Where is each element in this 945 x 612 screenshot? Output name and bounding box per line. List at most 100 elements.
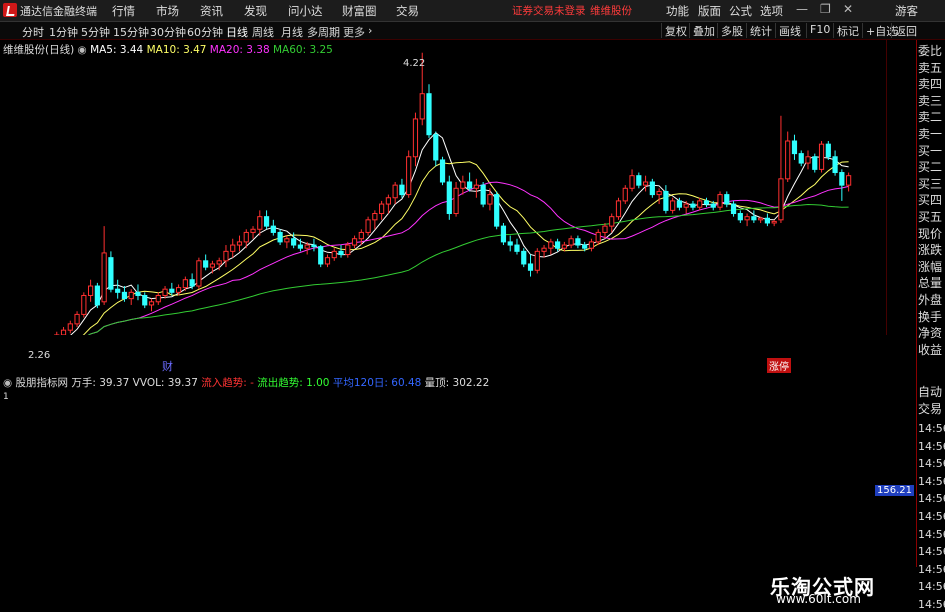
candle-body bbox=[806, 157, 810, 163]
trade-time-8: 14:56 bbox=[918, 562, 945, 577]
quote-label-7: 买二 bbox=[918, 160, 945, 175]
limit-up-marker[interactable]: 涨停 bbox=[767, 358, 791, 373]
candle-body bbox=[231, 245, 235, 251]
candle-body bbox=[501, 226, 505, 242]
candle-body bbox=[109, 258, 113, 290]
trade-time-2: 14:56 bbox=[918, 456, 945, 471]
candle-body bbox=[149, 302, 153, 305]
candle-body bbox=[400, 185, 404, 194]
trade-time-0: 14:56 bbox=[918, 421, 945, 436]
candle-body bbox=[264, 217, 268, 226]
guest-label[interactable]: 游客 bbox=[895, 3, 918, 19]
candle-body bbox=[833, 157, 837, 173]
candle-body bbox=[745, 217, 749, 220]
candle-body bbox=[610, 217, 614, 226]
quote-label-0: 委比 bbox=[918, 44, 945, 59]
candle-body bbox=[840, 173, 844, 186]
candle-body bbox=[792, 141, 796, 154]
candle-body bbox=[61, 330, 65, 335]
candle-body bbox=[698, 201, 702, 207]
ma5-label: MA5: 3.44 bbox=[90, 44, 143, 56]
low-price-label: 2.26 bbox=[28, 350, 50, 361]
finance-marker[interactable]: 财 bbox=[162, 358, 173, 374]
quote-label-6: 买一 bbox=[918, 144, 945, 159]
candle-body bbox=[704, 201, 708, 204]
candle-body bbox=[637, 176, 641, 185]
quote-label-18: 收益 bbox=[918, 343, 945, 358]
candle-body bbox=[312, 245, 316, 247]
vvol-label: VVOL: 39.37 bbox=[133, 377, 198, 389]
candle-body bbox=[826, 144, 830, 157]
candle-body bbox=[725, 195, 729, 204]
candle-body bbox=[68, 324, 72, 330]
candle-body bbox=[765, 218, 769, 223]
quote-label-8: 买三 bbox=[918, 177, 945, 192]
candle-body bbox=[373, 214, 377, 220]
toggle-icon[interactable]: ◉ bbox=[78, 44, 87, 56]
trade-header-0: 自动 bbox=[918, 385, 945, 400]
quote-label-9: 买四 bbox=[918, 193, 945, 208]
candle-body bbox=[190, 280, 194, 286]
inflow-label: 流入趋势: - bbox=[201, 377, 254, 389]
candle-body bbox=[156, 295, 160, 301]
candle-body bbox=[603, 226, 607, 232]
candle-body bbox=[461, 182, 465, 188]
candle-body bbox=[278, 232, 282, 241]
candle-body bbox=[176, 288, 180, 293]
ma5-line bbox=[9, 133, 848, 335]
candle-body bbox=[542, 248, 546, 251]
candle-body bbox=[481, 185, 485, 204]
quote-label-17: 净资 bbox=[918, 326, 945, 341]
lower-one-label: 1 bbox=[3, 392, 9, 402]
candle-body bbox=[643, 182, 647, 185]
candle-body bbox=[779, 179, 783, 220]
candle-body bbox=[319, 247, 323, 264]
candle-body bbox=[630, 176, 634, 189]
quote-label-14: 总量 bbox=[918, 276, 945, 291]
toolbar-btn-8[interactable]: 返回 bbox=[891, 23, 917, 38]
ma20-label: MA20: 3.38 bbox=[210, 44, 270, 56]
toggle-icon[interactable]: ◉ bbox=[3, 377, 12, 389]
candle-body bbox=[359, 232, 363, 238]
candle-body bbox=[420, 94, 424, 119]
candle-body bbox=[366, 220, 370, 233]
candle-body bbox=[427, 94, 431, 135]
candle-body bbox=[677, 201, 681, 207]
candle-body bbox=[143, 295, 147, 304]
candle-body bbox=[664, 191, 668, 210]
quote-label-16: 换手 bbox=[918, 310, 945, 325]
candle-body bbox=[759, 218, 763, 220]
outflow-label: 流出趋势: 1.00 bbox=[257, 377, 329, 389]
candle-body bbox=[75, 314, 79, 323]
candle-body bbox=[671, 201, 675, 210]
ma60-label: MA60: 3.25 bbox=[273, 44, 333, 56]
current-value-tag: 156.21 bbox=[875, 485, 914, 496]
trade-time-5: 14:56 bbox=[918, 509, 945, 524]
avg120-label: 平均120日: 60.48 bbox=[333, 377, 421, 389]
candle-body bbox=[623, 188, 627, 201]
candle-body bbox=[305, 245, 309, 248]
candle-body bbox=[339, 251, 343, 254]
candle-body bbox=[515, 245, 519, 251]
candle-body bbox=[468, 182, 472, 188]
candle-body bbox=[163, 289, 167, 295]
trade-time-7: 14:56 bbox=[918, 544, 945, 559]
candle-body bbox=[204, 261, 208, 267]
candle-body bbox=[332, 251, 336, 257]
candle-body bbox=[569, 239, 573, 245]
candle-body bbox=[752, 217, 756, 220]
quote-label-4: 卖二 bbox=[918, 110, 945, 125]
candle-body bbox=[616, 201, 620, 217]
trade-time-6: 14:56 bbox=[918, 527, 945, 542]
main-indicator-line: 维维股份(日线) ◉ MA5: 3.44 MA10: 3.47 MA20: 3.… bbox=[3, 42, 333, 57]
candle-body bbox=[596, 232, 600, 241]
candle-body bbox=[346, 245, 350, 254]
quote-label-10: 买五 bbox=[918, 210, 945, 225]
ma10-line bbox=[9, 162, 848, 335]
candle-body bbox=[251, 229, 255, 232]
trade-header-1: 交易 bbox=[918, 402, 945, 417]
candle-body bbox=[285, 239, 289, 242]
candle-body bbox=[508, 242, 512, 245]
quote-label-15: 外盘 bbox=[918, 293, 945, 308]
ma60-line bbox=[9, 205, 848, 336]
